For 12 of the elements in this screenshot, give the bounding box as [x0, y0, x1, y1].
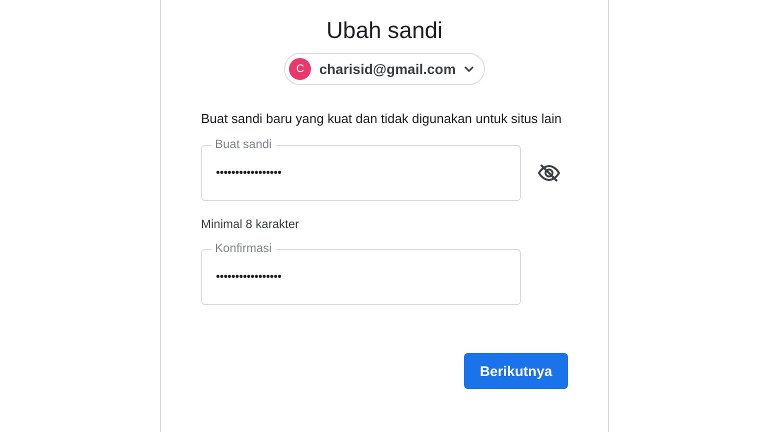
- page-title: Ubah sandi: [326, 16, 443, 45]
- account-email: charisid@gmail.com: [319, 60, 456, 79]
- password-value: •••••••••••••••••: [216, 166, 282, 181]
- next-button[interactable]: Berikutnya: [464, 353, 568, 389]
- field-label: Buat sandi: [211, 137, 276, 151]
- chevron-down-icon: [464, 66, 474, 72]
- field-label: Konfirmasi: [211, 241, 276, 255]
- password-value: •••••••••••••••••: [216, 270, 282, 285]
- account-chip[interactable]: C charisid@gmail.com: [284, 53, 485, 85]
- avatar: C: [289, 58, 312, 80]
- hint-text: Minimal 8 karakter: [201, 216, 300, 233]
- description: Buat sandi baru yang kuat dan tidak digunakan untuk situs lain: [201, 110, 563, 128]
